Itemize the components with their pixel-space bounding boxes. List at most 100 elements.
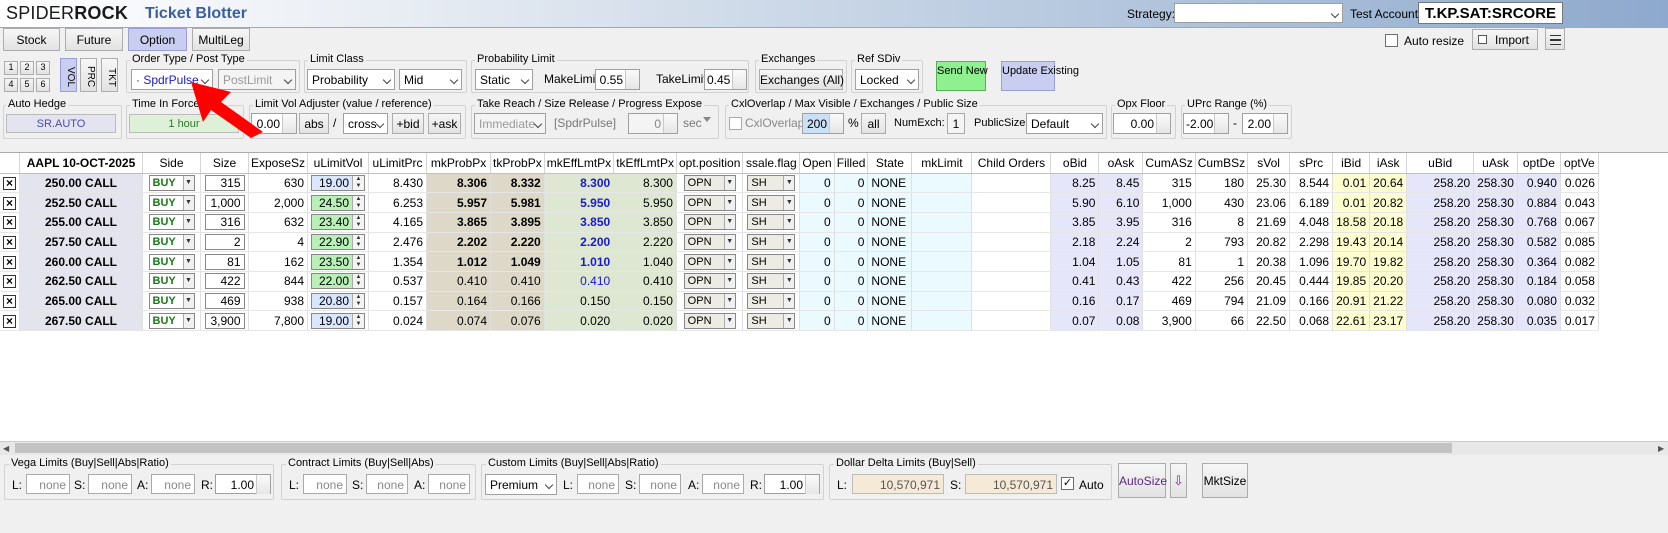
ulimit-vol-input[interactable]: 19.00 ▲ ▼ <box>311 174 366 191</box>
size-input[interactable]: 422 <box>204 273 245 290</box>
size-input[interactable]: 3,900 <box>204 312 245 329</box>
auto-resize-checkbox[interactable] <box>1385 34 1398 47</box>
limit-class-select[interactable]: Probability <box>307 69 395 90</box>
update-existing-button[interactable]: Update Existing <box>1001 61 1079 91</box>
size-input[interactable]: 1,000 <box>204 194 245 211</box>
column-header-u-ask[interactable]: uAsk <box>1473 153 1518 174</box>
table-row[interactable]: × 260.00 CALL BUY ▼ 81 162 23.50 ▲ ▼ 1.354 1.012 1.… <box>0 251 1599 272</box>
exchanges-button[interactable]: Exchanges (All) <box>759 69 844 90</box>
delete-row-icon[interactable]: × <box>3 216 16 230</box>
ref-sdiv-select[interactable]: Locked <box>855 69 919 90</box>
take-reach-select[interactable]: Immediate <box>474 113 546 134</box>
opt-position-select[interactable]: OPN ▼ <box>683 214 736 231</box>
opt-position-select[interactable]: OPN ▼ <box>683 312 736 329</box>
side-select[interactable]: BUY ▼ <box>148 312 195 329</box>
send-new-button[interactable]: Send New <box>936 61 988 91</box>
probability-mode-select[interactable]: Static <box>475 69 533 90</box>
adjuster-reference-select[interactable]: cross <box>343 113 388 134</box>
ssale-flag-select[interactable]: SH ▼ <box>747 233 796 250</box>
ulimit-vol-input[interactable]: 24.50 ▲ ▼ <box>311 194 366 211</box>
column-header-filled[interactable]: Filled <box>834 153 869 174</box>
side-select[interactable]: BUY ▼ <box>148 194 195 211</box>
column-header-i-bid[interactable]: iBid <box>1332 153 1371 174</box>
make-limit-input[interactable]: 0.55 <box>595 69 640 90</box>
delete-row-icon[interactable]: × <box>3 314 16 328</box>
column-header-s-vol[interactable]: sVol <box>1247 153 1291 174</box>
auto-hedge-field[interactable]: SR.AUTO <box>6 114 116 133</box>
spinner-icon[interactable]: ▲ ▼ <box>352 293 365 308</box>
column-header-ulimit-prc[interactable]: uLimitPrc <box>368 153 428 174</box>
table-row[interactable]: × 252.50 CALL BUY ▼ 1,000 2,000 24.50 ▲ ▼ 6.253 5.… <box>0 192 1599 213</box>
column-header-ulimit-vol[interactable]: uLimitVol <box>307 153 370 174</box>
table-row[interactable]: × 257.50 CALL BUY ▼ 2 4 22.90 ▲ ▼ 2.476 2.202 2.220… <box>0 232 1599 253</box>
vega-l-input[interactable]: none <box>26 474 70 494</box>
custom-r-input[interactable]: 1.00 <box>764 474 820 494</box>
spinner-icon[interactable]: ▲ ▼ <box>352 195 365 210</box>
ulimit-vol-input[interactable]: 22.00 ▲ ▼ <box>311 273 366 290</box>
table-row[interactable]: × 255.00 CALL BUY ▼ 316 632 23.40 ▲ ▼ 4.165 3.865 3… <box>0 212 1599 233</box>
num-exch-value[interactable]: 1 <box>947 113 965 134</box>
opt-position-select[interactable]: OPN ▼ <box>683 253 736 270</box>
sec-dropdown-arrow[interactable] <box>703 117 711 122</box>
preset-button-2[interactable]: 2 <box>20 61 34 75</box>
spinner-icon[interactable]: ▲ ▼ <box>352 175 365 190</box>
column-header-mk-prob-px[interactable]: mkProbPx <box>426 153 492 174</box>
abs-button[interactable]: abs <box>299 113 329 134</box>
vtab-tkt[interactable]: TKT <box>101 58 118 92</box>
column-header-u-bid[interactable]: uBid <box>1406 153 1475 174</box>
preset-button-6[interactable]: 6 <box>36 78 50 92</box>
column-header-expose-size[interactable]: ExposeSz <box>248 153 309 174</box>
spinner-icon[interactable]: ▲ ▼ <box>352 274 365 289</box>
column-header-cum-b-sz[interactable]: CumBSz <box>1195 153 1249 174</box>
ssale-flag-select[interactable]: SH ▼ <box>747 292 796 309</box>
column-header-state[interactable]: State <box>867 153 913 174</box>
vega-a-input[interactable]: none <box>151 474 195 494</box>
cxl-overlap-checkbox[interactable] <box>729 117 742 130</box>
strategy-select[interactable] <box>1174 3 1343 23</box>
column-header-side[interactable]: Side <box>142 153 201 174</box>
preset-button-4[interactable]: 4 <box>4 78 18 92</box>
column-header-opt-delta[interactable]: optDe <box>1517 153 1561 174</box>
opt-position-select[interactable]: OPN ▼ <box>683 292 736 309</box>
column-header-open[interactable]: Open <box>799 153 835 174</box>
column-header-opt-vega[interactable]: optVe <box>1560 153 1599 174</box>
vega-s-input[interactable]: none <box>88 474 132 494</box>
column-header-size[interactable]: Size <box>200 153 249 174</box>
column-header-opt-position[interactable]: opt.position <box>676 153 744 174</box>
horizontal-scroll-thumb[interactable] <box>15 443 1452 453</box>
delete-row-icon[interactable]: × <box>3 294 16 308</box>
size-input[interactable]: 81 <box>204 253 245 270</box>
custom-a-input[interactable]: none <box>702 474 744 494</box>
ssale-flag-select[interactable]: SH ▼ <box>747 214 796 231</box>
menu-button[interactable] <box>1545 28 1565 50</box>
tab-option[interactable]: Option <box>128 28 187 51</box>
ulimit-vol-input[interactable]: 23.50 ▲ ▼ <box>311 253 366 270</box>
contract-a-input[interactable]: none <box>428 474 470 494</box>
column-header-tk-eff-lmt-px[interactable]: tkEffLmtPx <box>613 153 677 174</box>
tab-future[interactable]: Future <box>65 28 123 51</box>
column-header-s-prc[interactable]: sPrc <box>1289 153 1334 174</box>
side-select[interactable]: BUY ▼ <box>148 253 195 270</box>
vtab-prc[interactable]: PRC <box>80 58 97 92</box>
take-limit-input[interactable]: 0.45 <box>704 69 747 90</box>
mktsize-button[interactable]: MktSize <box>1202 463 1248 498</box>
size-input[interactable]: 315 <box>204 174 245 191</box>
ssale-flag-select[interactable]: SH ▼ <box>747 194 796 211</box>
column-header-delete[interactable] <box>0 153 20 174</box>
ulimit-vol-input[interactable]: 23.40 ▲ ▼ <box>311 214 366 231</box>
spinner-icon[interactable]: ▲ ▼ <box>352 215 365 230</box>
opt-position-select[interactable]: OPN ▼ <box>683 174 736 191</box>
tab-stock[interactable]: Stock <box>3 28 60 51</box>
public-size-select[interactable]: Default <box>1026 113 1103 134</box>
size-input[interactable]: 316 <box>204 214 245 231</box>
ssale-flag-select[interactable]: SH ▼ <box>747 312 796 329</box>
ssale-flag-select[interactable]: SH ▼ <box>747 174 796 191</box>
all-exchanges-button[interactable]: all <box>861 113 886 134</box>
side-select[interactable]: BUY ▼ <box>148 174 195 191</box>
column-header-o-ask[interactable]: oAsk <box>1098 153 1144 174</box>
table-row[interactable]: × 267.50 CALL BUY ▼ 3,900 7,800 19.00 ▲ ▼ 0.024 0.… <box>0 310 1599 331</box>
ulimit-vol-input[interactable]: 22.90 ▲ ▼ <box>311 233 366 250</box>
spinner-icon[interactable]: ▲ ▼ <box>352 254 365 269</box>
size-input[interactable]: 469 <box>204 292 245 309</box>
table-row[interactable]: × 265.00 CALL BUY ▼ 469 938 20.80 ▲ ▼ 0.157 0.164 0… <box>0 291 1599 312</box>
